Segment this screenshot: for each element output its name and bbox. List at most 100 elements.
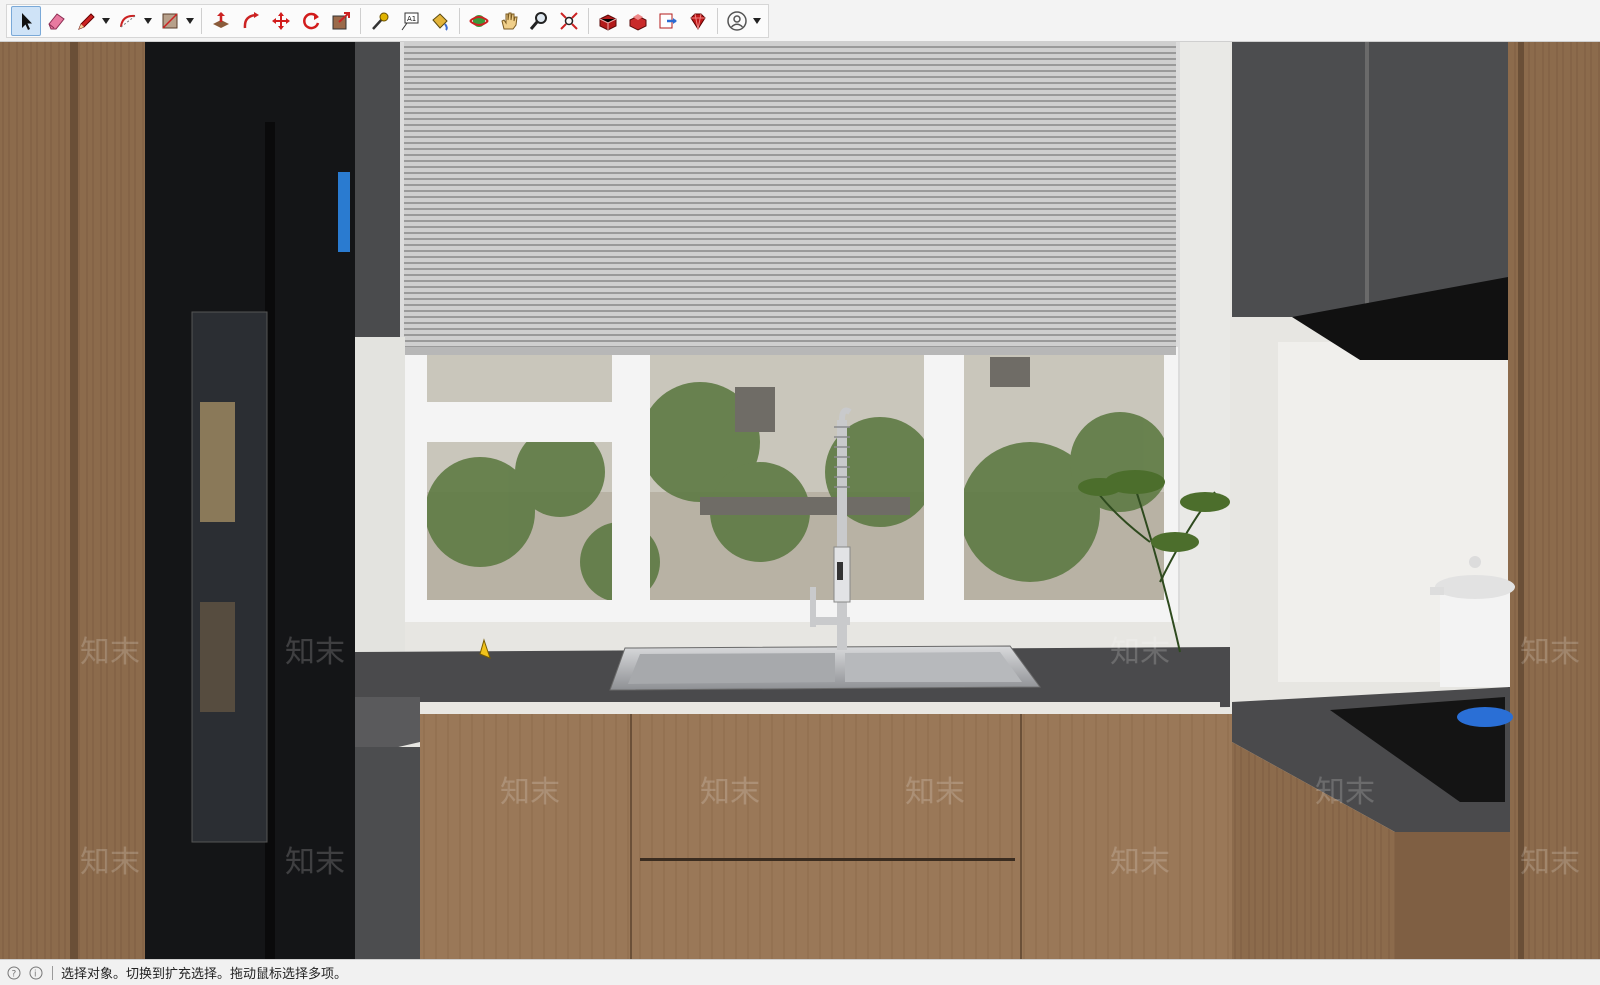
svg-text:i: i [34,969,37,979]
status-message: 选择对象。切换到扩充选择。拖动鼠标选择多项。 [61,967,348,982]
tool-strip: A1 [6,4,769,38]
toolbar-separator [201,8,202,34]
sink-basin-left [628,653,835,684]
right-panel-groove [1518,42,1524,959]
cabinet-door-seam [630,714,632,959]
arc-tool-button[interactable] [113,6,143,36]
model-viewport[interactable]: 知末 知末 知末 知末 知末 知末 知末 知末 知末 知末 知末 知末 [0,42,1600,959]
orbit-tool-button[interactable] [464,6,494,36]
chevron-down-icon [102,18,110,24]
pencil-icon [78,13,95,30]
credits-button[interactable]: i [28,965,44,981]
venetian-blind [404,42,1176,354]
chevron-down-icon [144,18,152,24]
upper-cabinet-right [1232,42,1508,317]
watermark-text: 知末 [1520,635,1580,670]
tape-measure-icon [372,12,389,30]
arc-icon [120,14,136,28]
text-icon: A1 [401,12,419,31]
account-dropdown[interactable] [752,6,762,36]
countertop-edge [420,702,1220,714]
pan-hand-icon [501,12,518,30]
zoom-icon [529,12,547,30]
tape-measure-tool-button[interactable] [365,6,395,36]
arc-tool-dropdown[interactable] [143,6,153,36]
layout-icon [659,13,677,29]
3d-warehouse-button[interactable] [593,6,623,36]
extension-warehouse-icon [629,14,647,31]
line-tool-button[interactable] [71,6,101,36]
move-icon [272,12,290,30]
toolbar-separator [459,8,460,34]
burner-flame [1457,707,1513,727]
paint-bucket-icon [432,13,448,31]
blind-bottom-rail [404,347,1176,355]
cabinet-door-seam [1020,714,1022,959]
chevron-down-icon [753,18,761,24]
extension-manager-button[interactable] [683,6,713,36]
push-pull-tool-button[interactable] [206,6,236,36]
line-tool-dropdown[interactable] [101,6,111,36]
paint-bucket-tool-button[interactable] [425,6,455,36]
cabinet-handle [640,858,1015,861]
scale-icon [332,12,350,30]
toolbar-separator [717,8,718,34]
rectangle-tool-dropdown[interactable] [185,6,195,36]
status-divider [52,965,53,980]
rectangle-tool-button[interactable] [155,6,185,36]
cabinet-side-dark [355,747,420,959]
geo-location-button[interactable]: ? [6,965,22,981]
pan-tool-button[interactable] [494,6,524,36]
chevron-down-icon [186,18,194,24]
main-toolbar: A1 [0,0,1600,42]
move-tool-button[interactable] [266,6,296,36]
watermark-text: 知末 [1315,775,1375,810]
svg-text:?: ? [12,969,17,979]
scale-tool-button[interactable] [326,6,356,36]
eraser-icon [48,13,65,30]
wall-right-of-window [1180,42,1230,682]
sink-basin-right [845,652,1022,682]
watermark-text: 知末 [1110,845,1170,880]
watermark-text: 知末 [80,635,140,670]
zoom-tool-button[interactable] [524,6,554,36]
offset-icon [243,12,259,29]
screen-content [200,402,235,522]
watermark-text: 知末 [905,775,965,810]
base-cabinets [420,714,1232,959]
ruby-gem-icon [690,13,706,30]
watermark-text: 知末 [500,775,560,810]
watermark-text: 知末 [1110,635,1170,670]
warehouse-icon [599,14,617,31]
status-bar: ? i 选择对象。切换到扩充选择。拖动鼠标选择多项。 [0,959,1600,985]
watermark-text: 知末 [700,775,760,810]
fridge-label [338,172,350,252]
rotate-icon [303,12,320,30]
zoom-extents-icon [560,12,578,30]
offset-tool-button[interactable] [236,6,266,36]
watermark-text: 知末 [285,845,345,880]
zoom-extents-tool-button[interactable] [554,6,584,36]
watermark-text: 知末 [1520,845,1580,880]
push-pull-icon [213,12,229,28]
send-to-layout-button[interactable] [653,6,683,36]
geolocation-icon: ? [7,966,21,979]
orbit-icon [469,15,489,27]
watermark-text: 知末 [285,635,345,670]
left-panel-groove [70,42,78,959]
wall-left-of-window [350,337,405,667]
side-cabinet-right-front [1395,832,1510,959]
eraser-tool-button[interactable] [41,6,71,36]
text-tool-button[interactable]: A1 [395,6,425,36]
kitchen-scene: 知末 知末 知末 知末 知末 知末 知末 知末 知末 知末 知末 知末 [0,42,1600,959]
account-icon [727,11,747,31]
screen-content [200,602,235,712]
info-icon: i [29,966,43,979]
rotate-tool-button[interactable] [296,6,326,36]
account-button[interactable] [722,6,752,36]
watermark-text: 知末 [80,845,140,880]
svg-text:A1: A1 [407,15,416,23]
extension-warehouse-button[interactable] [623,6,653,36]
toolbar-separator [360,8,361,34]
select-tool-button[interactable] [11,6,41,36]
